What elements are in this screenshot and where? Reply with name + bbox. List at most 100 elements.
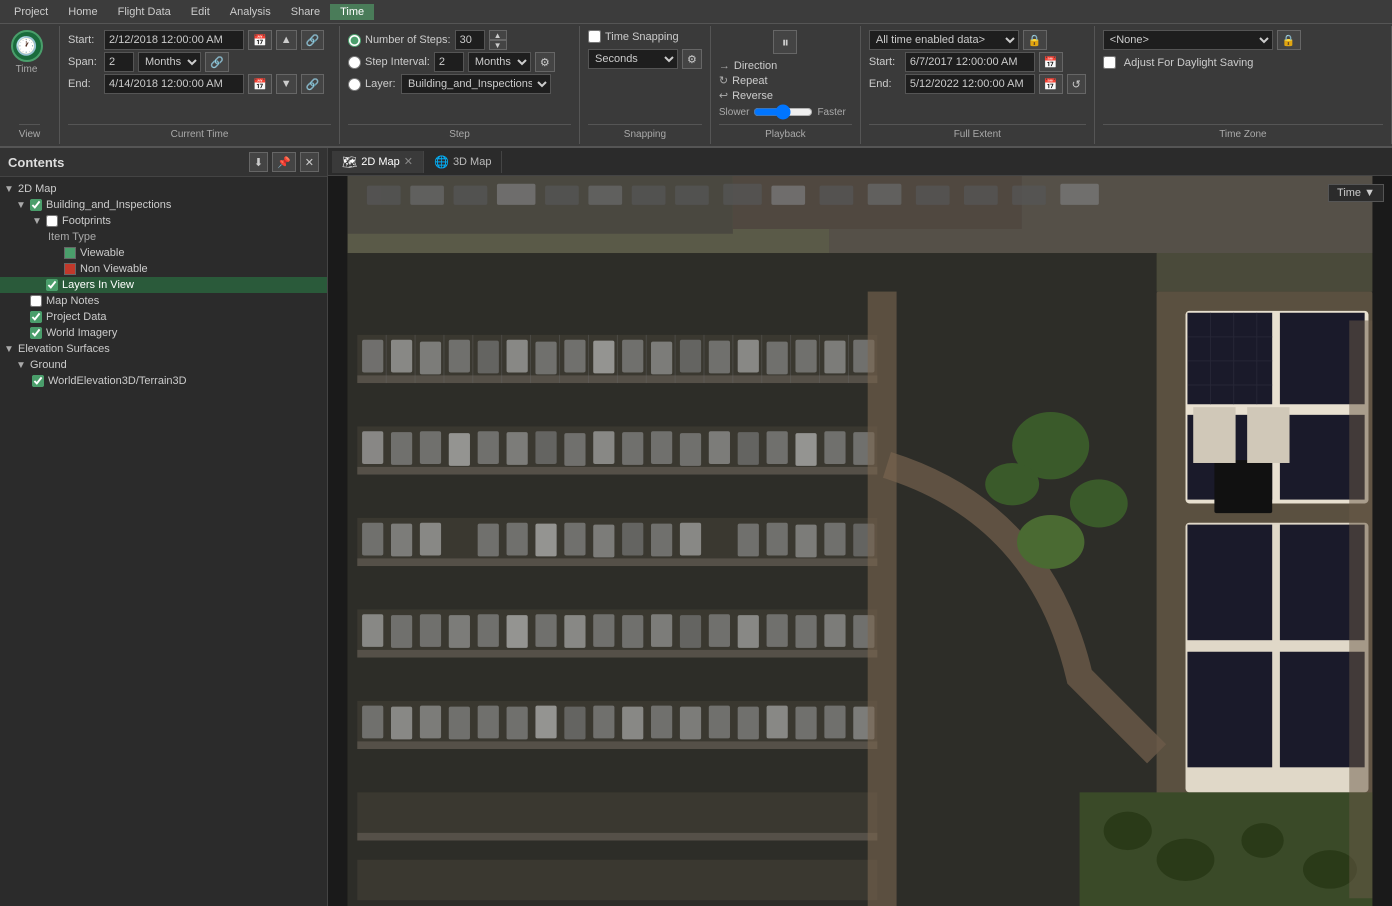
seconds-select[interactable]: Seconds Minutes Hours (588, 49, 678, 69)
span-unit-select[interactable]: Months Days Hours (138, 52, 201, 72)
time-snapping-row: Time Snapping (588, 30, 702, 43)
end-calendar-btn[interactable]: 📅 (248, 74, 272, 94)
time-snapping-check[interactable] (588, 30, 601, 43)
layer-row: Layer: Building_and_Inspections (348, 74, 571, 94)
time-label: Time (16, 64, 38, 75)
tree-ground-arrow[interactable]: ▼ (16, 360, 28, 371)
pause-btn[interactable]: ⏸ (773, 30, 797, 54)
fullextent-content: All time enabled data> 🔒 Start: 📅 End: 📅… (869, 30, 1086, 124)
tree-worldimagery[interactable]: ▶ World Imagery (0, 325, 327, 341)
fe-start-input[interactable] (905, 52, 1035, 72)
tree-mapnotes-check[interactable] (30, 295, 42, 307)
repeat-label: Repeat (732, 75, 767, 87)
tree-2dmap-arrow[interactable]: ▼ (4, 184, 16, 195)
start-up-btn[interactable]: ▲ (276, 30, 297, 50)
tree-elevsurfaces[interactable]: ▼ Elevation Surfaces (0, 341, 327, 357)
current-time-section-title: Current Time (68, 124, 331, 140)
speed-slider[interactable] (753, 106, 813, 118)
tab-3dmap[interactable]: 🌐 3D Map (424, 151, 502, 173)
num-steps-label: Number of Steps: (365, 34, 451, 46)
adjust-dst-check[interactable] (1103, 56, 1116, 69)
tree-building-arrow[interactable]: ▼ (16, 200, 28, 211)
tree-layersinview-check[interactable] (46, 279, 58, 291)
contents-pin-btn[interactable]: 📌 (272, 152, 296, 172)
tree-projectdata-check[interactable] (30, 311, 42, 323)
nonviewable-color (64, 263, 76, 275)
map-time-button[interactable]: Time ▼ (1328, 184, 1384, 202)
tree-building[interactable]: ▼ Building_and_Inspections (0, 197, 327, 213)
menu-project[interactable]: Project (4, 4, 58, 20)
end-down-btn[interactable]: ▼ (276, 74, 297, 94)
tree-footprints[interactable]: ▼ Footprints (0, 213, 327, 229)
menu-flightdata[interactable]: Flight Data (108, 4, 181, 20)
span-link-btn[interactable]: 🔗 (205, 52, 229, 72)
seconds-settings-btn[interactable]: ⚙ (682, 49, 702, 69)
menu-home[interactable]: Home (58, 4, 107, 20)
num-steps-radio[interactable] (348, 34, 361, 47)
end-label: End: (68, 78, 100, 90)
menu-edit[interactable]: Edit (181, 4, 220, 20)
start-chain-btn[interactable]: 🔗 (301, 30, 325, 50)
step-interval-unit-select[interactable]: Months Days (468, 52, 531, 72)
contents-actions: ⬇ 📌 ✕ (249, 152, 319, 172)
timezone-select[interactable]: <None> (1103, 30, 1273, 50)
start-input[interactable] (104, 30, 244, 50)
full-extent-select[interactable]: All time enabled data> (869, 30, 1019, 50)
tree-worldelev[interactable]: WorldElevation3D/Terrain3D (0, 373, 327, 389)
tree-layersinview[interactable]: ▶ Layers In View (0, 277, 327, 293)
fe-lock-btn[interactable]: 🔒 (1023, 30, 1047, 50)
step-interval-input[interactable] (434, 52, 464, 72)
ribbon-fullextent-section: All time enabled data> 🔒 Start: 📅 End: 📅… (861, 26, 1095, 144)
tab-2dmap[interactable]: 🗺 2D Map ✕ (332, 151, 424, 173)
menu-share[interactable]: Share (281, 4, 330, 20)
menu-time[interactable]: Time (330, 4, 374, 20)
end-input[interactable] (104, 74, 244, 94)
tree-elevsurfaces-arrow[interactable]: ▼ (4, 344, 16, 355)
fe-end-refresh-btn[interactable]: ↺ (1067, 74, 1086, 94)
tree-mapnotes[interactable]: ▶ Map Notes (0, 293, 327, 309)
layer-radio[interactable] (348, 78, 361, 91)
tree-footprints-check[interactable] (46, 215, 58, 227)
fullextent-section-title: Full Extent (869, 124, 1086, 140)
tz-lock-btn[interactable]: 🔒 (1277, 30, 1301, 50)
tz-select-row: <None> 🔒 (1103, 30, 1383, 50)
layer-select[interactable]: Building_and_Inspections (401, 74, 551, 94)
start-label: Start: (68, 34, 100, 46)
main-layout: Contents ⬇ 📌 ✕ ▼ 2D Map ▼ Building_and_I… (0, 148, 1392, 906)
ribbon-current-time-section: Start: 📅 ▲ 🔗 Span: Months Days Hours 🔗 E… (60, 26, 340, 144)
step-interval-radio[interactable] (348, 56, 361, 69)
span-label: Span: (68, 56, 100, 68)
steps-dn-btn[interactable]: ▼ (489, 40, 507, 50)
step-content: Number of Steps: ▲ ▼ Step Interval: Mont… (348, 30, 571, 124)
direction-label: Direction (734, 60, 777, 72)
tree-projectdata-label: Project Data (46, 311, 107, 323)
tree-worldelev-check[interactable] (32, 375, 44, 387)
ribbon: 🕐 Time View Start: 📅 ▲ 🔗 Span: Months Da… (0, 24, 1392, 148)
fe-start-cal-btn[interactable]: 📅 (1039, 52, 1063, 72)
contents-close-btn[interactable]: ✕ (300, 152, 319, 172)
step-interval-settings-btn[interactable]: ⚙ (535, 52, 555, 72)
tree-ground[interactable]: ▼ Ground (0, 357, 327, 373)
ribbon-step-section: Number of Steps: ▲ ▼ Step Interval: Mont… (340, 26, 580, 144)
end-chain-btn[interactable]: 🔗 (301, 74, 325, 94)
start-calendar-btn[interactable]: 📅 (248, 30, 272, 50)
steps-up-btn[interactable]: ▲ (489, 30, 507, 40)
tree-footprints-arrow[interactable]: ▼ (32, 216, 44, 227)
span-input[interactable] (104, 52, 134, 72)
menu-analysis[interactable]: Analysis (220, 4, 281, 20)
tree-projectdata[interactable]: ▶ Project Data (0, 309, 327, 325)
contents-collapse-btn[interactable]: ⬇ (249, 152, 268, 172)
tab-2dmap-close[interactable]: ✕ (404, 155, 413, 168)
fe-end-cal-btn[interactable]: 📅 (1039, 74, 1063, 94)
fe-end-label: End: (869, 78, 901, 90)
contents-panel: Contents ⬇ 📌 ✕ ▼ 2D Map ▼ Building_and_I… (0, 148, 328, 906)
tree-worldimagery-check[interactable] (30, 327, 42, 339)
layer-label: Layer: (365, 78, 397, 90)
tree-2dmap-label: 2D Map (18, 183, 57, 195)
tree-building-check[interactable] (30, 199, 42, 211)
tree-itemtype-label: Item Type (48, 231, 96, 243)
tree-2dmap[interactable]: ▼ 2D Map (0, 181, 327, 197)
fe-dropdown-row: All time enabled data> 🔒 (869, 30, 1086, 50)
fe-end-input[interactable] (905, 74, 1035, 94)
num-steps-input[interactable] (455, 30, 485, 50)
